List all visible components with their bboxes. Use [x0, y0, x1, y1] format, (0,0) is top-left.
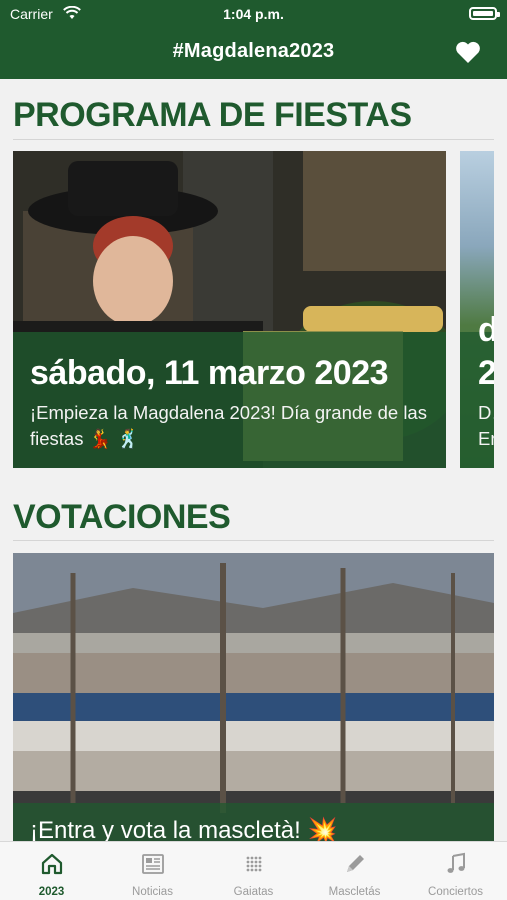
card-date: sábado, 11 marzo 2023	[30, 354, 389, 392]
tab-label: 2023	[38, 886, 65, 898]
card-description: ¡Empieza la Magdalena 2023! Día grande d…	[30, 402, 427, 449]
vote-card[interactable]: ¡Entra y vota la mascletà! 💥	[13, 553, 494, 843]
tab-label: Conciertos	[428, 886, 483, 898]
battery-icon	[469, 7, 500, 20]
tab-conciertos[interactable]: Conciertos	[405, 842, 506, 900]
fiesta-card[interactable]: sábado, 11 marzo 2023 ¡Empieza la Magdal…	[13, 151, 446, 468]
card-date-partial-line2: 2…	[478, 354, 494, 392]
tab-label: Noticias	[132, 886, 173, 898]
tab-2023[interactable]: 2023	[1, 842, 102, 900]
tab-mascletas[interactable]: Mascletás	[304, 842, 405, 900]
section-divider	[13, 139, 494, 140]
section-divider	[13, 540, 494, 541]
pencil-icon	[347, 855, 364, 872]
music-note-icon	[447, 852, 465, 873]
app-header: Carrier 1:04 p.m. #Magdalena2023	[0, 0, 507, 79]
status-bar: Carrier 1:04 p.m.	[0, 0, 507, 28]
card-date-partial: d…	[478, 311, 494, 349]
vote-photo	[13, 553, 494, 843]
fiesta-card-next[interactable]: d… 2… D… En…	[460, 151, 494, 468]
card-description-partial: D… En…	[478, 402, 494, 449]
heart-icon[interactable]	[455, 40, 481, 64]
grid-icon	[246, 856, 262, 872]
home-icon	[41, 853, 63, 875]
tab-gaiatas[interactable]: Gaiatas	[203, 842, 304, 900]
vote-card-text: ¡Entra y vota la mascletà! 💥	[30, 817, 338, 843]
tab-label: Gaiatas	[233, 886, 274, 898]
clock: 1:04 p.m.	[223, 6, 284, 22]
tab-bar: 2023 Noticias Gaiatas Mascletás Conciert…	[0, 841, 507, 900]
tab-noticias[interactable]: Noticias	[102, 842, 203, 900]
newspaper-icon	[142, 854, 164, 874]
tab-label: Mascletás	[328, 886, 381, 898]
nav-title: #Magdalena2023	[172, 40, 335, 62]
section-title-fiestas: PROGRAMA DE FIESTAS	[13, 96, 412, 134]
section-title-votaciones: VOTACIONES	[13, 498, 231, 536]
